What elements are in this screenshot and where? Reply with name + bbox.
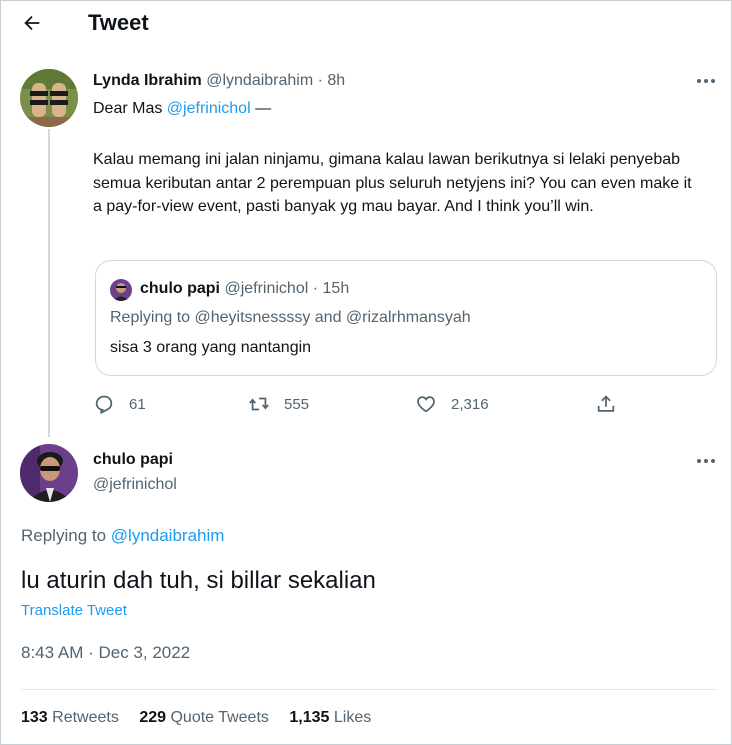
likes-count: 1,135 xyxy=(289,709,330,726)
quote-time: 15h xyxy=(322,280,350,297)
retweets-stat[interactable]: 133 Retweets xyxy=(21,709,119,727)
author-name[interactable]: Lynda Ibrahim xyxy=(93,72,202,89)
avatar[interactable] xyxy=(20,444,78,502)
author-handle[interactable]: @lyndaibrahim xyxy=(206,72,313,89)
back-arrow-icon[interactable] xyxy=(21,12,43,34)
tweet-text: Kalau memang ini jalan ninjamu, gimana k… xyxy=(93,151,692,215)
like-button[interactable]: 2,316 xyxy=(415,391,489,417)
separator: · xyxy=(317,72,323,89)
avatar-image xyxy=(20,69,78,127)
quote-avatar-image xyxy=(110,279,132,301)
more-icon[interactable] xyxy=(696,458,716,464)
avatar-image xyxy=(20,444,78,502)
quote-author-row: chulo papi @jefrinichol · 15h xyxy=(140,280,349,298)
separator: · xyxy=(312,280,319,297)
quote-tweet-card[interactable]: chulo papi @jefrinichol · 15h Replying t… xyxy=(95,260,717,376)
quote-replying-to: Replying to @heyitsnessssy and @rizalrhm… xyxy=(110,309,471,326)
likes-stat[interactable]: 1,135 Likes xyxy=(289,709,371,727)
tweet-greeting: Dear Mas @jefrinichol — xyxy=(93,100,271,118)
retweet-icon xyxy=(249,397,269,411)
retweets-count: 133 xyxy=(21,709,48,726)
share-button[interactable] xyxy=(595,391,617,417)
reply-icon xyxy=(95,395,113,415)
likes-label: Likes xyxy=(333,709,372,726)
retweet-count: 555 xyxy=(284,395,310,413)
quote-tweets-stat[interactable]: 229 Quote Tweets xyxy=(139,709,269,727)
quote-author-handle: @jefrinichol xyxy=(224,280,309,297)
tweet-stats: 133 Retweets 229 Quote Tweets 1,135 Like… xyxy=(21,709,387,727)
header: Tweet xyxy=(1,1,731,47)
divider xyxy=(21,689,717,690)
tweet-actions: 61 555 2,316 xyxy=(93,391,633,417)
tweet-time[interactable]: 8h xyxy=(327,72,345,89)
tweet-timestamp[interactable]: 8:43 AM · Dec 3, 2022 xyxy=(21,643,190,663)
translate-tweet-link[interactable]: Translate Tweet xyxy=(21,602,127,619)
quotes-count: 229 xyxy=(139,709,167,726)
page-title: Tweet xyxy=(88,10,149,35)
quote-author-name: chulo papi xyxy=(140,280,220,297)
more-icon[interactable] xyxy=(696,78,716,84)
tweet-text: lu aturin dah tuh, si billar sekalian xyxy=(21,567,376,594)
reply-button[interactable]: 61 xyxy=(93,391,146,417)
tweet-page: Tweet Lynda Ibrahim @lyndaibrahim · 8h D… xyxy=(0,0,732,745)
quote-text: sisa 3 orang yang nantangin xyxy=(110,339,312,356)
quotes-label: Quote Tweets xyxy=(170,709,269,726)
greeting-suffix: — xyxy=(250,100,272,117)
thread-line xyxy=(48,129,50,437)
retweets-label: Retweets xyxy=(52,709,119,726)
like-count: 2,316 xyxy=(451,395,489,413)
reply-count: 61 xyxy=(129,395,146,413)
quote-avatar xyxy=(110,279,132,301)
share-icon xyxy=(597,395,615,412)
author-name[interactable]: chulo papi xyxy=(93,451,173,469)
like-icon xyxy=(417,396,435,413)
tweet-author-row: Lynda Ibrahim @lyndaibrahim · 8h xyxy=(93,72,345,90)
greeting-prefix: Dear Mas xyxy=(93,100,167,117)
avatar[interactable] xyxy=(20,69,78,127)
replying-to: Replying to @lyndaibrahim xyxy=(21,526,224,546)
mention-link[interactable]: @jefrinichol xyxy=(167,100,251,117)
replying-prefix: Replying to xyxy=(21,526,111,545)
retweet-button[interactable]: 555 xyxy=(248,391,309,417)
mention-link[interactable]: @lyndaibrahim xyxy=(111,526,225,545)
author-handle[interactable]: @jefrinichol xyxy=(93,476,177,494)
